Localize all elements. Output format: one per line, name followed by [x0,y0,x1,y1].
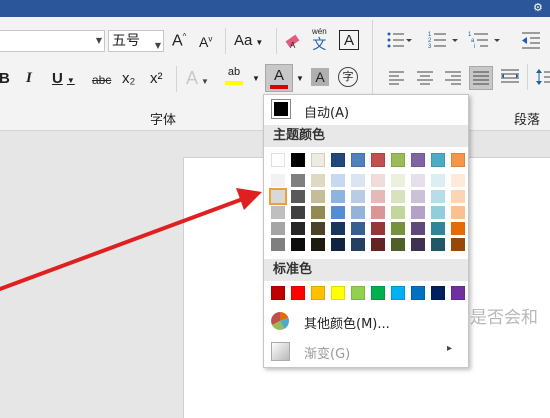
theme-color-shade[interactable] [351,222,365,235]
theme-color-shade[interactable] [391,222,405,235]
standard-color-swatch[interactable] [331,286,345,300]
theme-color-shade[interactable] [271,222,285,235]
theme-color-shade[interactable] [371,206,385,219]
standard-color-swatch[interactable] [371,286,385,300]
standard-color-swatch[interactable] [351,286,365,300]
theme-color-shade[interactable] [311,174,325,187]
theme-color-shade[interactable] [351,238,365,251]
theme-color-shade[interactable] [451,190,465,203]
automatic-color-swatch [271,99,291,119]
theme-color-swatch[interactable] [331,153,345,167]
theme-color-shade[interactable] [431,222,445,235]
theme-color-swatch[interactable] [291,153,305,167]
theme-color-shade[interactable] [351,174,365,187]
theme-color-shade[interactable] [391,238,405,251]
theme-color-shade[interactable] [351,190,365,203]
theme-color-shade[interactable] [331,206,345,219]
theme-color-shade[interactable] [271,174,285,187]
theme-color-swatch[interactable] [371,153,385,167]
theme-color-shade[interactable] [311,206,325,219]
theme-color-shade[interactable] [431,206,445,219]
theme-color-swatch[interactable] [311,153,325,167]
standard-color-swatch[interactable] [271,286,285,300]
theme-color-shade[interactable] [431,238,445,251]
theme-color-shade[interactable] [391,206,405,219]
more-colors-label: 其他颜色(M)... [304,317,390,332]
theme-color-swatch[interactable] [351,153,365,167]
theme-color-swatch[interactable] [451,153,465,167]
theme-color-shade[interactable] [291,238,305,251]
automatic-color-item[interactable]: 自动(A) [264,98,468,122]
gradient-item[interactable]: 渐变(G) ▸ [264,339,468,363]
standard-color-swatch[interactable] [291,286,305,300]
chevron-right-icon: ▸ [447,343,453,354]
theme-color-shade[interactable] [311,190,325,203]
standard-color-swatch[interactable] [311,286,325,300]
theme-color-shade[interactable] [431,190,445,203]
theme-color-shade[interactable] [371,238,385,251]
theme-color-shade[interactable] [411,190,425,203]
theme-color-shade[interactable] [411,222,425,235]
theme-color-shade[interactable] [291,190,305,203]
theme-color-shade[interactable] [431,174,445,187]
theme-color-swatch[interactable] [271,153,285,167]
automatic-color-label: 自动(A) [304,106,350,121]
theme-color-shade[interactable] [331,174,345,187]
standard-color-swatch[interactable] [451,286,465,300]
theme-color-shade[interactable] [269,188,287,205]
theme-color-shade[interactable] [451,222,465,235]
theme-color-shade[interactable] [411,238,425,251]
theme-color-shade[interactable] [271,206,285,219]
theme-color-shade[interactable] [291,222,305,235]
theme-color-shade[interactable] [331,238,345,251]
theme-color-shade[interactable] [411,206,425,219]
theme-color-shade[interactable] [371,190,385,203]
standard-colors-header: 标准色 [264,259,468,281]
font-color-menu: 自动(A) 主题颜色 标准色 其他颜色(M)... 渐变(G) ▸ [263,94,469,368]
theme-color-shade[interactable] [311,238,325,251]
theme-color-shade[interactable] [391,190,405,203]
theme-color-shade[interactable] [351,206,365,219]
theme-color-shade[interactable] [411,174,425,187]
standard-color-swatch[interactable] [391,286,405,300]
theme-color-shade[interactable] [451,238,465,251]
theme-color-shade[interactable] [451,206,465,219]
theme-color-shade[interactable] [311,222,325,235]
standard-color-swatch[interactable] [431,286,445,300]
theme-color-shade[interactable] [371,174,385,187]
theme-color-swatch[interactable] [411,153,425,167]
theme-color-shade[interactable] [331,190,345,203]
theme-colors-header: 主题颜色 [264,125,468,147]
theme-color-shade[interactable] [291,206,305,219]
gradient-icon [271,342,290,361]
color-wheel-icon [271,312,289,330]
theme-color-swatch[interactable] [391,153,405,167]
theme-color-swatch[interactable] [431,153,445,167]
theme-color-shade[interactable] [451,174,465,187]
gradient-label: 渐变(G) [304,347,351,362]
more-colors-item[interactable]: 其他颜色(M)... [264,309,468,333]
theme-color-shade[interactable] [371,222,385,235]
theme-color-shade[interactable] [291,174,305,187]
theme-color-shade[interactable] [331,222,345,235]
theme-color-shade[interactable] [391,174,405,187]
standard-color-swatch[interactable] [411,286,425,300]
theme-color-shade[interactable] [271,238,285,251]
